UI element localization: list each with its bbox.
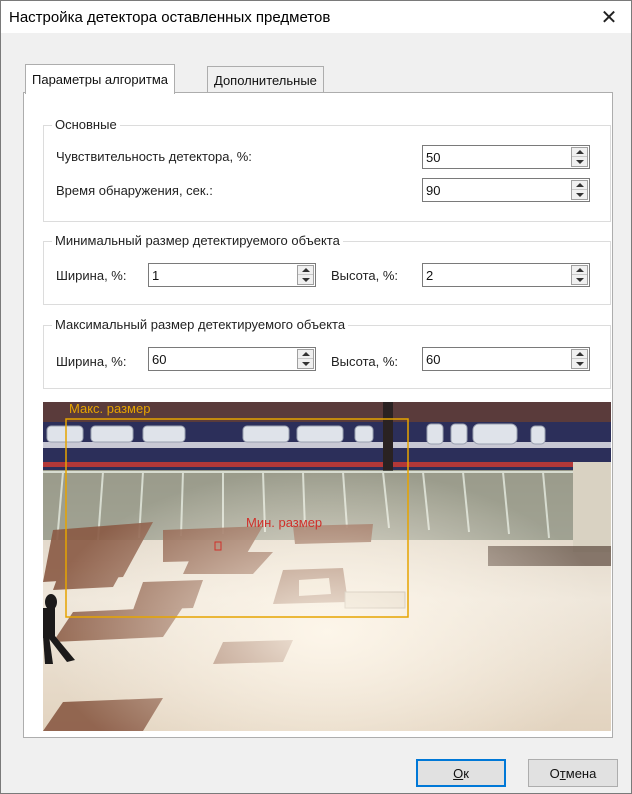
max-size-overlay-label: Макс. размер [69,402,151,416]
min-size-group: Минимальный размер детектируемого объект… [43,233,611,305]
ok-hotkey: О [453,765,464,781]
spin-down-button[interactable] [572,190,587,199]
ok-label: Ок [453,766,469,781]
arrow-up-icon [575,150,584,154]
max-height-spinbox[interactable]: 60 [422,347,590,371]
max-width-spinbox[interactable]: 60 [148,347,316,371]
basic-group-legend: Основные [52,117,120,132]
camera-frame-image [43,402,611,731]
spin-up-button[interactable] [572,181,587,190]
min-width-spin-buttons [297,265,314,285]
max-height-spin-buttons [571,349,588,369]
arrow-up-icon [301,268,310,272]
cancel-label: Отмена [550,766,597,781]
sensitivity-spinbox[interactable]: 50 [422,145,590,169]
tab-label: Параметры алгоритма [32,72,169,87]
max-width-value: 60 [152,352,167,367]
spin-down-button[interactable] [298,359,313,368]
cancel-button[interactable]: Отмена [528,759,618,787]
sensitivity-label: Чувствительность детектора, %: [56,149,252,164]
min-size-overlay-label: Мин. размер [246,515,323,530]
spin-up-button[interactable] [298,266,313,275]
min-width-spinbox[interactable]: 1 [148,263,316,287]
camera-preview[interactable]: Макс. размер Мин. размер [43,402,611,731]
arrow-down-icon [301,277,310,282]
arrow-up-icon [301,352,310,356]
ok-button[interactable]: Ок [416,759,506,787]
detection-time-spinbox[interactable]: 90 [422,178,590,202]
sensitivity-spin-buttons [571,147,588,167]
arrow-down-icon [575,159,584,164]
min-width-label: Ширина, %: [56,268,127,283]
arrow-up-icon [575,268,584,272]
title-bar: Настройка детектора оставленных предмето… [1,1,631,33]
spin-down-button[interactable] [572,157,587,166]
detection-time-label: Время обнаружения, сек.: [56,183,213,198]
max-width-spin-buttons [297,349,314,369]
tab-additional[interactable]: Дополнительные [207,66,324,94]
max-height-label: Высота, %: [331,354,399,369]
arrow-down-icon [575,361,584,366]
close-button[interactable]: ✕ [587,1,631,33]
max-width-label: Ширина, %: [56,354,127,369]
cancel-prefix: О [549,765,560,781]
close-icon: ✕ [600,6,618,29]
max-height-value: 60 [426,352,441,367]
detection-time-value: 90 [426,183,441,198]
settings-dialog: Настройка детектора оставленных предмето… [0,0,632,794]
min-height-value: 2 [426,268,434,283]
spin-down-button[interactable] [298,275,313,284]
min-size-group-legend: Минимальный размер детектируемого объект… [52,233,343,248]
tab-algorithm-params[interactable]: Параметры алгоритма [25,64,176,94]
arrow-up-icon [575,183,584,187]
spin-down-button[interactable] [572,275,587,284]
spin-up-button[interactable] [572,148,587,157]
min-width-value: 1 [152,268,160,283]
max-size-group: Максимальный размер детектируемого объек… [43,317,611,389]
spin-up-button[interactable] [572,350,587,359]
arrow-down-icon [301,361,310,366]
spin-up-button[interactable] [572,266,587,275]
min-height-spinbox[interactable]: 2 [422,263,590,287]
min-height-label: Высота, %: [331,268,399,283]
cancel-rest: мена [565,765,597,781]
spin-down-button[interactable] [572,359,587,368]
window-title: Настройка детектора оставленных предмето… [9,9,331,26]
spin-up-button[interactable] [298,350,313,359]
basic-group: Основные Чувствительность детектора, %: … [43,117,611,222]
arrow-down-icon [575,277,584,282]
tab-label: Дополнительные [214,73,317,88]
arrow-down-icon [575,192,584,197]
arrow-up-icon [575,352,584,356]
detection-time-spin-buttons [571,180,588,200]
max-size-group-legend: Максимальный размер детектируемого объек… [52,317,349,332]
min-height-spin-buttons [571,265,588,285]
sensitivity-value: 50 [426,150,441,165]
ok-rest: к [463,765,469,781]
